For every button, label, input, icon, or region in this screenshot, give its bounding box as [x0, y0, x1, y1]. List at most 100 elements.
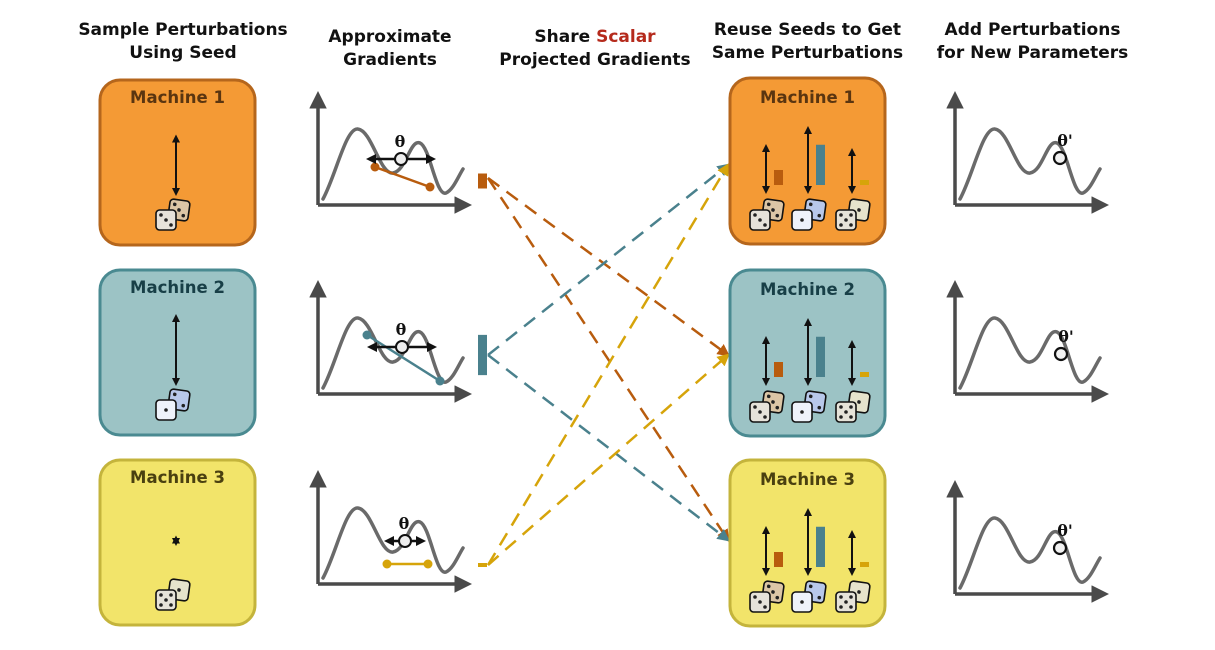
- loss-curve: [958, 316, 1102, 390]
- sample-point: [423, 559, 433, 569]
- sample-point: [425, 182, 435, 192]
- die-pip: [839, 223, 843, 227]
- machine-box-1: Machine 1: [98, 78, 257, 247]
- die-front-icon: [155, 209, 177, 231]
- die-pip: [844, 600, 848, 604]
- die-pip: [839, 213, 843, 217]
- die-pip: [758, 600, 762, 604]
- scalar-gradient-bar: [774, 552, 783, 567]
- scalar-gradient-bar-3: [478, 563, 487, 567]
- die-pip: [164, 408, 168, 412]
- sample-point: [382, 559, 392, 569]
- die-pip: [169, 593, 173, 597]
- die-front-icon: [835, 401, 857, 423]
- machine-box-replica-1: Machine 1: [728, 76, 887, 246]
- theta-point: [398, 534, 412, 548]
- die-pip: [763, 605, 767, 609]
- theta-label: θ: [395, 132, 406, 151]
- die-pip: [164, 598, 168, 602]
- die-pip: [800, 218, 804, 222]
- die-front-icon: [749, 401, 771, 423]
- gradient-plot-3: θ: [309, 470, 472, 593]
- die-pip: [169, 223, 173, 227]
- die-pip: [839, 415, 843, 419]
- die-pip: [800, 600, 804, 604]
- scalar-gradient-bar: [860, 180, 869, 185]
- theta-prime-point: [1052, 150, 1068, 166]
- new-parameter-plot-1: θ': [946, 91, 1109, 214]
- die-front-icon: [791, 401, 813, 423]
- loss-curve: [958, 127, 1102, 201]
- gradient-share-arrow-1-to-2: [487, 176, 731, 357]
- die-pip: [839, 605, 843, 609]
- scalar-gradient-bar: [816, 336, 825, 377]
- theta-point: [394, 152, 408, 166]
- die-front-icon: [835, 591, 857, 613]
- loss-curve: [321, 506, 465, 580]
- machine-box-2: Machine 2: [98, 268, 257, 437]
- sample-point: [370, 162, 380, 172]
- scalar-gradient-bar-2: [478, 334, 487, 376]
- machine-label: Machine 2: [760, 280, 855, 299]
- scalar-gradient-bar: [774, 170, 783, 185]
- machine-label: Machine 2: [130, 278, 225, 297]
- die-pip: [159, 603, 163, 607]
- machine-box-replica-2: Machine 2: [728, 268, 887, 438]
- die-pip: [758, 218, 762, 222]
- loss-curve: [321, 127, 465, 201]
- machine-box-3: Machine 3: [98, 458, 257, 627]
- gradient-share-arrow-1-to-3: [486, 177, 730, 543]
- die-front-icon: [791, 209, 813, 231]
- machine-label: Machine 1: [760, 88, 855, 107]
- machine-label: Machine 3: [130, 468, 225, 487]
- theta-point: [395, 340, 409, 354]
- die-pip: [849, 223, 853, 227]
- new-parameter-plot-2: θ': [946, 280, 1109, 403]
- theta-label: θ: [396, 320, 407, 339]
- gradient-share-arrow-3-to-2: [487, 353, 730, 566]
- die-pip: [753, 213, 757, 217]
- new-parameter-plot-3: θ': [946, 480, 1109, 603]
- die-pip: [849, 595, 853, 599]
- gradient-share-arrow-3-to-1: [486, 162, 730, 566]
- diagram-canvas: Machine 1 Machine 2 Machine 3 θ θ θ Machine 1 M…: [98, 76, 1109, 628]
- scalar-gradient-bar: [816, 526, 825, 567]
- die-pip: [839, 405, 843, 409]
- die-pip: [844, 218, 848, 222]
- machine-box-replica-3: Machine 3: [728, 458, 887, 628]
- die-pip: [164, 218, 168, 222]
- secant-line: [374, 165, 431, 189]
- theta-prime-point: [1053, 346, 1069, 362]
- die-pip: [839, 595, 843, 599]
- theta-prime-label: θ': [1057, 131, 1073, 150]
- die-pip: [753, 595, 757, 599]
- scalar-gradient-bar: [860, 372, 869, 377]
- scalar-gradient-bar-1: [478, 173, 487, 189]
- die-front-icon: [749, 591, 771, 613]
- sample-point: [362, 330, 372, 340]
- sample-point: [435, 376, 445, 386]
- die-front-icon: [155, 399, 177, 421]
- die-pip: [763, 223, 767, 227]
- loss-curve: [958, 516, 1102, 590]
- die-pip: [849, 415, 853, 419]
- gradient-plot-2: θ: [309, 280, 472, 403]
- die-front-icon: [791, 591, 813, 613]
- scalar-gradient-bar: [774, 362, 783, 377]
- theta-prime-point: [1052, 540, 1068, 556]
- gradient-plot-1: θ: [309, 91, 472, 214]
- scalar-gradient-bar: [860, 562, 869, 567]
- machine-label: Machine 1: [130, 88, 225, 107]
- theta-label: θ: [399, 514, 410, 533]
- die-pip: [169, 603, 173, 607]
- die-pip: [159, 213, 163, 217]
- die-pip: [758, 410, 762, 414]
- die-front-icon: [155, 589, 177, 611]
- scalar-gradient-bar: [816, 144, 825, 185]
- die-pip: [849, 213, 853, 217]
- gradient-share-arrow-2-to-1: [487, 163, 730, 356]
- gradient-share-arrow-2-to-3: [487, 354, 730, 542]
- die-front-icon: [835, 209, 857, 231]
- die-pip: [844, 410, 848, 414]
- die-pip: [849, 605, 853, 609]
